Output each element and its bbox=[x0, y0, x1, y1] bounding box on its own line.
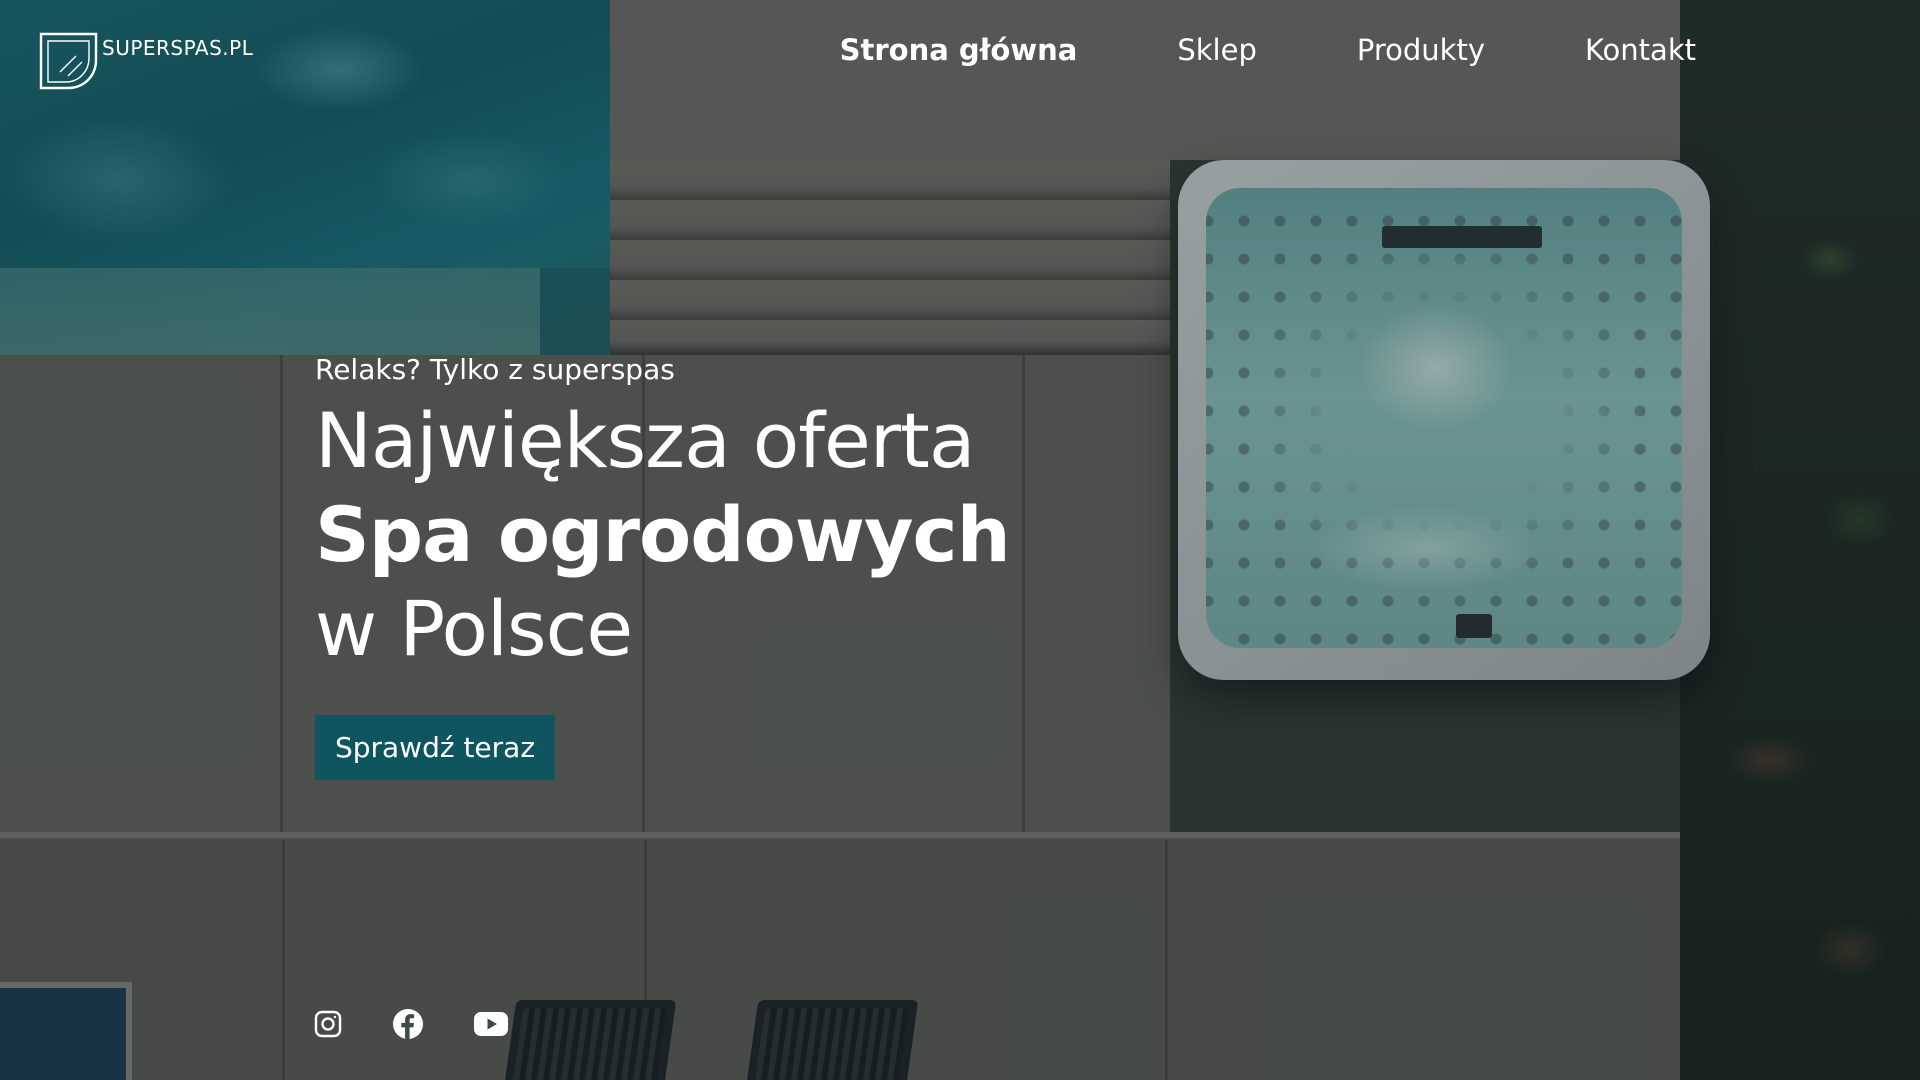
headline-line-2: Spa ogrodowych bbox=[315, 490, 1011, 579]
check-now-button[interactable]: Sprawdź teraz bbox=[315, 715, 555, 780]
hero-headline: Największa oferta Spa ogrodowych w Polsc… bbox=[315, 394, 1011, 676]
hero-eyebrow: Relaks? Tylko z superspas bbox=[315, 353, 675, 386]
facebook-link[interactable] bbox=[392, 1008, 424, 1040]
spa-logo-icon bbox=[39, 32, 98, 90]
headline-line-1: Największa oferta bbox=[315, 396, 975, 485]
social-links bbox=[314, 1008, 558, 1040]
hero-copy: Relaks? Tylko z superspas Największa ofe… bbox=[315, 350, 1011, 676]
site-logo[interactable]: SUPERSPAS.PL bbox=[38, 30, 253, 92]
nav-item-contact[interactable]: Kontakt bbox=[1585, 30, 1696, 70]
nav-item-products[interactable]: Produkty bbox=[1357, 30, 1485, 70]
logo-text: SUPERSPAS.PL bbox=[102, 36, 254, 60]
facebook-icon bbox=[393, 1009, 423, 1039]
hero-section: SUPERSPAS.PL Strona główna Sklep Produkt… bbox=[0, 0, 1920, 1080]
youtube-icon bbox=[474, 1012, 508, 1036]
headline-line-3: w Polsce bbox=[315, 584, 633, 673]
main-nav: Strona główna Sklep Produkty Kontakt bbox=[840, 30, 1696, 70]
nav-item-shop[interactable]: Sklep bbox=[1177, 30, 1257, 70]
instagram-link[interactable] bbox=[314, 1010, 342, 1038]
nav-item-home[interactable]: Strona główna bbox=[840, 30, 1078, 70]
youtube-link[interactable] bbox=[474, 1011, 508, 1037]
instagram-icon bbox=[314, 1010, 342, 1038]
